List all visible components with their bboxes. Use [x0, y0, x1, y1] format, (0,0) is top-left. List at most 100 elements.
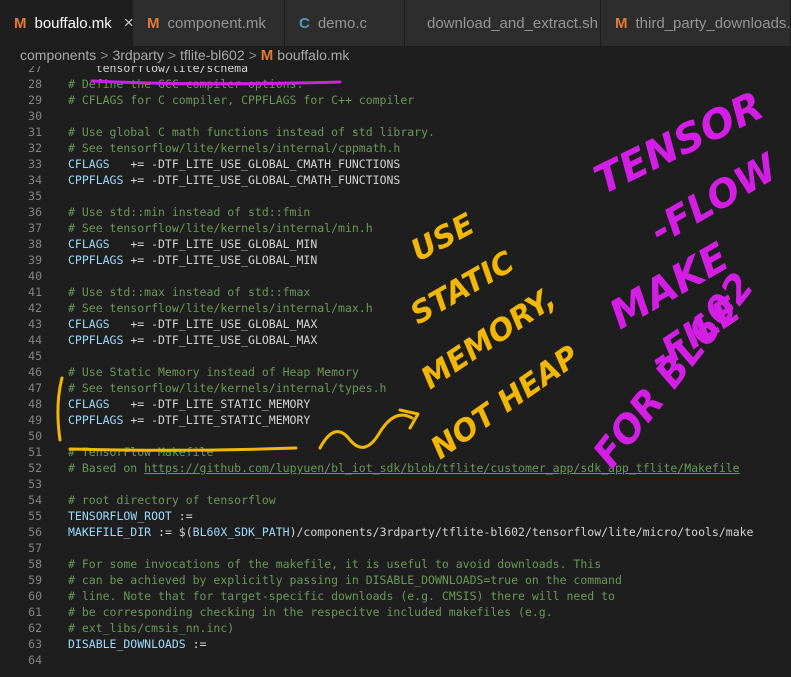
code-line[interactable]: 55 TENSORFLOW_ROOT :=	[0, 508, 791, 524]
line-number: 32	[28, 141, 42, 155]
makefile-icon: M	[14, 14, 27, 32]
line-number: 36	[28, 205, 42, 219]
code-line[interactable]: 41 # Use std::max instead of std::fmax	[0, 284, 791, 300]
line-code: TENSORFLOW_ROOT :=	[68, 508, 193, 524]
code-line[interactable]: 60 # line. Note that for target-specific …	[0, 588, 791, 604]
code-line[interactable]: 46 # Use Static Memory instead of Heap Me…	[0, 364, 791, 380]
breadcrumb-item[interactable]: components	[20, 47, 96, 63]
code-line[interactable]: 37 # See tensorflow/lite/kernels/internal…	[0, 220, 791, 236]
line-code: # Use global C math functions instead of…	[68, 124, 435, 140]
line-code: # See tensorflow/lite/kernels/internal/t…	[68, 380, 387, 396]
line-code: # TensorFlow Makefile	[68, 444, 213, 460]
code-line[interactable]: 49 CPPFLAGS += -DTF_LITE_STATIC_MEMORY	[0, 412, 791, 428]
code-token: # line. Note that for target-specific do…	[68, 589, 615, 603]
code-line[interactable]: 51 # TensorFlow Makefile	[0, 444, 791, 460]
code-line[interactable]: 30	[0, 108, 791, 124]
code-line[interactable]: 35	[0, 188, 791, 204]
code-editor[interactable]: 27 tensorflow/lite/schema 28 # Define the …	[0, 66, 791, 677]
code-line[interactable]: 64	[0, 652, 791, 668]
breadcrumb-item[interactable]: 3rdparty	[112, 47, 163, 63]
url-link[interactable]: https://github.com/lupyuen/bl_iot_sdk/bl…	[144, 461, 739, 475]
line-code: CFLAGS += -DTF_LITE_USE_GLOBAL_MAX	[68, 316, 317, 332]
code-line[interactable]: 29 # CFLAGS for C compiler, CPPFLAGS for …	[0, 92, 791, 108]
line-number: 45	[28, 349, 42, 363]
line-code: # See tensorflow/lite/kernels/internal/m…	[68, 300, 373, 316]
code-token: # can be achieved by explicitly passing …	[68, 573, 622, 587]
c-file-icon: C	[299, 14, 310, 32]
code-line[interactable]: 27 tensorflow/lite/schema	[0, 66, 791, 76]
tab-demo-c[interactable]: Cdemo.c	[285, 0, 405, 46]
code-line[interactable]: 56 MAKEFILE_DIR := $(BL60X_SDK_PATH)/comp…	[0, 524, 791, 540]
line-code: CPPFLAGS += -DTF_LITE_USE_GLOBAL_CMATH_F…	[68, 172, 400, 188]
breadcrumb-item[interactable]: tflite-bl602	[180, 47, 245, 63]
line-code: tensorflow/lite/schema	[68, 66, 248, 76]
code-token: CPPFLAGS	[68, 413, 124, 427]
code-token: :=	[171, 509, 193, 523]
line-code: # Use Static Memory instead of Heap Memo…	[68, 364, 359, 380]
line-code: # can be achieved by explicitly passing …	[68, 572, 622, 588]
line-code: CPPFLAGS += -DTF_LITE_USE_GLOBAL_MIN	[68, 252, 317, 268]
code-token: += -DTF_LITE_USE_GLOBAL_MIN	[123, 253, 318, 267]
code-line[interactable]: 50	[0, 428, 791, 444]
line-code: DISABLE_DOWNLOADS :=	[68, 636, 206, 652]
line-number: 53	[28, 477, 42, 491]
code-line[interactable]: 39 CPPFLAGS += -DTF_LITE_USE_GLOBAL_MIN	[0, 252, 791, 268]
makefile-icon: M	[147, 14, 160, 32]
code-line[interactable]: 52 # Based on https://github.com/lupyuen/…	[0, 460, 791, 476]
code-line[interactable]: 38 CFLAGS += -DTF_LITE_USE_GLOBAL_MIN	[0, 236, 791, 252]
line-code: # Use std::max instead of std::fmax	[68, 284, 310, 300]
code-line[interactable]: 63 DISABLE_DOWNLOADS :=	[0, 636, 791, 652]
code-line[interactable]: 48 CFLAGS += -DTF_LITE_STATIC_MEMORY	[0, 396, 791, 412]
code-line[interactable]: 33 CFLAGS += -DTF_LITE_USE_GLOBAL_CMATH_F…	[0, 156, 791, 172]
code-line[interactable]: 36 # Use std::min instead of std::fmin	[0, 204, 791, 220]
code-line[interactable]: 32 # See tensorflow/lite/kernels/internal…	[0, 140, 791, 156]
tab-download-and-extract-sh[interactable]: download_and_extract.sh	[405, 0, 601, 46]
code-line[interactable]: 42 # See tensorflow/lite/kernels/internal…	[0, 300, 791, 316]
code-token: # See tensorflow/lite/kernels/internal/m…	[68, 221, 373, 235]
breadcrumb-item[interactable]: bouffalo.mk	[277, 47, 349, 63]
code-token: tensorflow/lite/schema	[68, 66, 249, 75]
code-line[interactable]: 54 # root directory of tensorflow	[0, 492, 791, 508]
code-token: # TensorFlow Makefile	[68, 445, 214, 459]
line-number: 42	[28, 301, 42, 315]
code-line[interactable]: 45	[0, 348, 791, 364]
code-line[interactable]: 28 # Define the GCC compiler options:	[0, 76, 791, 92]
code-token: :=	[185, 637, 207, 651]
line-number: 29	[28, 93, 42, 107]
line-number: 44	[28, 333, 42, 347]
line-code: # See tensorflow/lite/kernels/internal/c…	[68, 140, 400, 156]
code-token: MAKEFILE_DIR	[68, 525, 152, 539]
code-line[interactable]: 59 # can be achieved by explicitly passin…	[0, 572, 791, 588]
code-line[interactable]: 43 CFLAGS += -DTF_LITE_USE_GLOBAL_MAX	[0, 316, 791, 332]
line-number: 38	[28, 237, 42, 251]
chevron-right-icon: >	[248, 47, 257, 63]
code-line[interactable]: 57	[0, 540, 791, 556]
code-token: += -DTF_LITE_STATIC_MEMORY	[109, 397, 311, 411]
line-number: 31	[28, 125, 42, 139]
line-number: 34	[28, 173, 42, 187]
line-number: 37	[28, 221, 42, 235]
tab-label: demo.c	[317, 14, 368, 32]
line-number: 55	[28, 509, 42, 523]
code-token: # ext_libs/cmsis_nn.inc)	[68, 621, 235, 635]
code-line[interactable]: 47 # See tensorflow/lite/kernels/internal…	[0, 380, 791, 396]
code-line[interactable]: 31 # Use global C math functions instead …	[0, 124, 791, 140]
line-code: # be corresponding checking in the respe…	[68, 604, 553, 620]
code-token: += -DTF_LITE_STATIC_MEMORY	[123, 413, 311, 427]
code-line[interactable]: 58 # For some invocations of the makefile…	[0, 556, 791, 572]
line-number: 40	[28, 269, 42, 283]
code-token: CFLAGS	[68, 157, 110, 171]
line-number: 27	[28, 66, 42, 75]
code-line[interactable]: 62 # ext_libs/cmsis_nn.inc)	[0, 620, 791, 636]
tab-component-mk[interactable]: Mcomponent.mk	[133, 0, 285, 46]
tab-bouffalo-mk[interactable]: Mbouffalo.mk ×	[0, 0, 134, 46]
tab-label: download_and_extract.sh	[427, 14, 598, 32]
code-line[interactable]: 53	[0, 476, 791, 492]
line-code: # Based on https://github.com/lupyuen/bl…	[68, 460, 740, 476]
code-line[interactable]: 61 # be corresponding checking in the res…	[0, 604, 791, 620]
code-line[interactable]: 44 CPPFLAGS += -DTF_LITE_USE_GLOBAL_MAX	[0, 332, 791, 348]
code-line[interactable]: 40	[0, 268, 791, 284]
line-number: 60	[28, 589, 42, 603]
code-line[interactable]: 34 CPPFLAGS += -DTF_LITE_USE_GLOBAL_CMATH…	[0, 172, 791, 188]
tab-third-party-downloads-inc[interactable]: Mthird_party_downloads.inc	[601, 0, 791, 46]
